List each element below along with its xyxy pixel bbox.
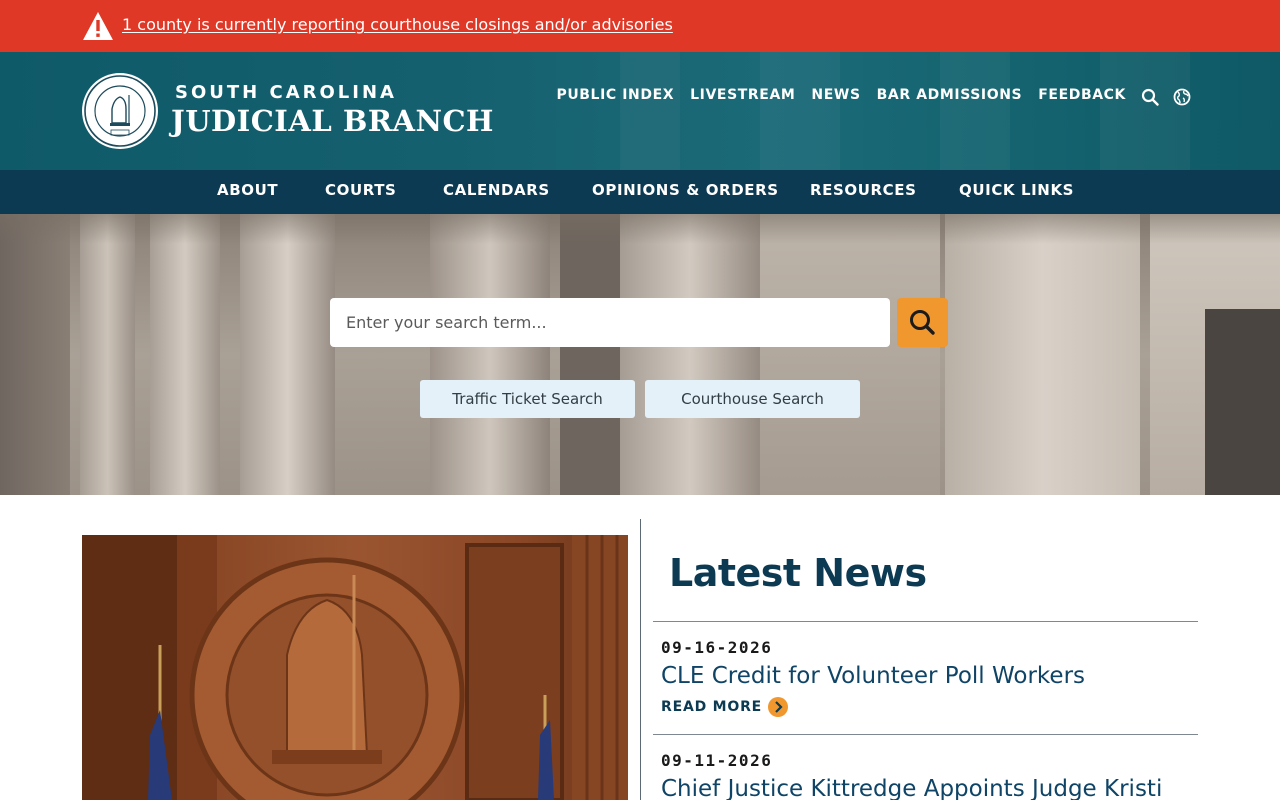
warning-triangle-icon — [83, 12, 113, 40]
news-item-date: 09-16-2026 — [661, 638, 773, 657]
read-more-label: READ MORE — [661, 699, 763, 715]
search-icon[interactable] — [1141, 88, 1159, 106]
site-search-input[interactable] — [330, 298, 890, 347]
utility-link-bar-admissions[interactable]: BAR ADMISSIONS — [877, 87, 1023, 103]
nav-item-calendars[interactable]: CALENDARS — [443, 181, 550, 199]
nav-item-courts[interactable]: COURTS — [325, 181, 396, 199]
alert-bar: 1 county is currently reporting courthou… — [0, 0, 1280, 52]
nav-item-resources[interactable]: RESOURCES — [810, 181, 917, 199]
brand-site-name[interactable]: JUDICIAL BRANCH — [171, 104, 494, 138]
news-item-date: 09-11-2026 — [661, 751, 773, 770]
utility-link-livestream[interactable]: LIVESTREAM — [690, 87, 795, 103]
read-more-link[interactable]: READ MORE — [661, 697, 789, 717]
brand-state-name[interactable]: SOUTH CAROLINA — [175, 82, 397, 103]
site-header: SOUTH CAROLINA JUDICIAL BRANCH PUBLIC IN… — [0, 52, 1280, 170]
nav-item-opinions-orders[interactable]: OPINIONS & ORDERS — [592, 181, 779, 199]
site-search-button[interactable] — [897, 298, 948, 347]
news-divider — [653, 621, 1198, 622]
latest-news-heading: Latest News — [669, 551, 927, 595]
courthouse-search-button[interactable]: Courthouse Search — [645, 380, 860, 418]
nav-item-about[interactable]: ABOUT — [217, 181, 278, 199]
news-divider — [653, 734, 1198, 735]
utility-link-public-index[interactable]: PUBLIC INDEX — [556, 87, 674, 103]
utility-nav: PUBLIC INDEX LIVESTREAM NEWS BAR ADMISSI… — [556, 87, 1126, 103]
search-icon — [910, 310, 935, 335]
news-item-title[interactable]: CLE Credit for Volunteer Poll Workers — [661, 663, 1085, 689]
courtroom-seal-image — [82, 535, 628, 800]
nav-item-quick-links[interactable]: QUICK LINKS — [959, 181, 1074, 199]
news-item-title[interactable]: Chief Justice Kittredge Appoints Judge K… — [661, 776, 1162, 800]
supreme-court-seal-icon[interactable] — [82, 73, 158, 149]
column-divider — [640, 519, 641, 800]
utility-link-news[interactable]: NEWS — [811, 87, 860, 103]
closings-alert-link[interactable]: 1 county is currently reporting courthou… — [122, 15, 673, 34]
utility-link-feedback[interactable]: FEEDBACK — [1038, 87, 1126, 103]
main-nav: ABOUT COURTS CALENDARS OPINIONS & ORDERS… — [0, 170, 1280, 214]
traffic-ticket-search-button[interactable]: Traffic Ticket Search — [420, 380, 635, 418]
chevron-right-icon — [768, 697, 789, 717]
globe-icon[interactable] — [1173, 88, 1191, 106]
hero-banner: Traffic Ticket Search Courthouse Search — [0, 214, 1280, 495]
